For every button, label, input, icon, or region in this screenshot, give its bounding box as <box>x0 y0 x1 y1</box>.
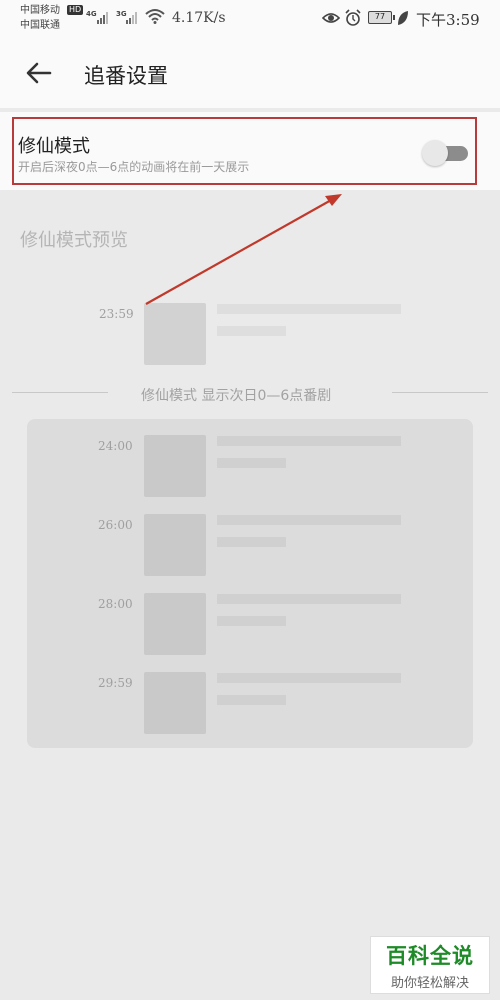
signal-strength-icon <box>126 10 140 24</box>
placeholder-line <box>217 304 401 314</box>
divider-line <box>12 392 108 393</box>
watermark-logo: 百科全说 助你轻松解决 <box>370 936 490 994</box>
placeholder-line <box>217 537 286 547</box>
status-clock: 下午3:59 <box>416 11 480 29</box>
placeholder-line <box>217 616 286 626</box>
network-label-4g: 4G <box>86 10 97 18</box>
alarm-icon <box>345 9 361 26</box>
placeholder-line <box>217 436 401 446</box>
highlight-annotation-box <box>12 117 477 185</box>
watermark-title: 百科全说 <box>386 944 474 968</box>
divider-label: 修仙模式 显示次日0—6点番剧 <box>141 388 332 404</box>
status-bar: 中国移动 中国联通 HD 4G 3G 4.17K/s 77 下午3:59 <box>0 0 500 40</box>
hd-badge: HD <box>67 5 84 15</box>
watermark-subtitle: 助你轻松解决 <box>390 976 469 991</box>
preview-time: 24:00 <box>98 439 133 453</box>
page-title: 追番设置 <box>84 64 168 88</box>
preview-time: 26:00 <box>98 518 133 532</box>
carrier-secondary: 中国联通 <box>20 20 60 31</box>
preview-title: 修仙模式预览 <box>20 230 128 251</box>
carrier-primary: 中国移动 <box>20 5 60 16</box>
placeholder-line <box>217 594 401 604</box>
wifi-icon <box>145 9 165 24</box>
leaf-icon <box>398 11 408 25</box>
battery-icon: 77 <box>368 11 395 24</box>
placeholder-line <box>217 695 286 705</box>
app-header: 追番设置 <box>0 40 500 108</box>
preview-thumbnail <box>144 514 206 576</box>
preview-time: 29:59 <box>98 676 133 690</box>
network-speed: 4.17K/s <box>172 10 226 26</box>
preview-time: 28:00 <box>98 597 133 611</box>
next-day-preview-panel: 24:00 26:00 28:00 29:59 <box>27 419 473 748</box>
eye-icon <box>322 13 340 23</box>
preview-thumbnail <box>144 593 206 655</box>
signal-strength-icon <box>97 10 111 24</box>
placeholder-line <box>217 458 286 468</box>
placeholder-line <box>217 326 286 336</box>
back-arrow-icon[interactable] <box>22 56 56 90</box>
preview-time: 23:59 <box>99 307 134 321</box>
preview-thumbnail <box>144 303 206 365</box>
divider-line <box>392 392 488 393</box>
placeholder-line <box>217 515 401 525</box>
placeholder-line <box>217 673 401 683</box>
preview-thumbnail <box>144 672 206 734</box>
preview-thumbnail <box>144 435 206 497</box>
